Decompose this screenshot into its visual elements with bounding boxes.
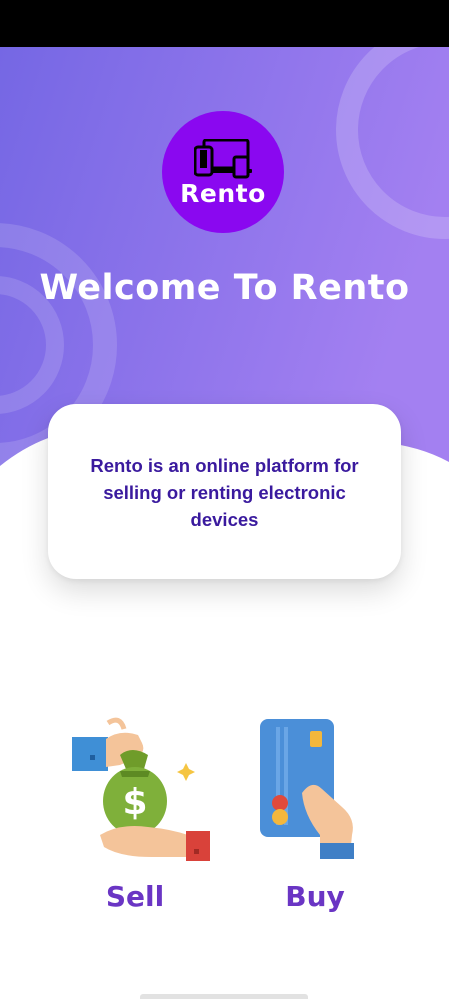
welcome-title: Welcome To Rento [39,268,410,308]
buy-option[interactable]: Buy [240,715,390,925]
sell-label: Sell [105,880,165,913]
home-indicator[interactable] [140,994,308,999]
intro-card: Rento is an online platform for selling … [48,404,401,579]
buy-label: Buy [285,880,345,913]
devices-icon [194,139,252,179]
intro-text: Rento is an online platform for selling … [90,455,359,530]
card-payment-icon [260,719,354,859]
svg-text:$: $ [122,782,147,823]
sell-option[interactable]: $ Sell [60,715,210,925]
logo-text: Rento [180,179,266,208]
app-logo: Rento [162,111,284,233]
status-bar [0,0,449,47]
money-bag-handover-icon: $ [72,717,210,861]
